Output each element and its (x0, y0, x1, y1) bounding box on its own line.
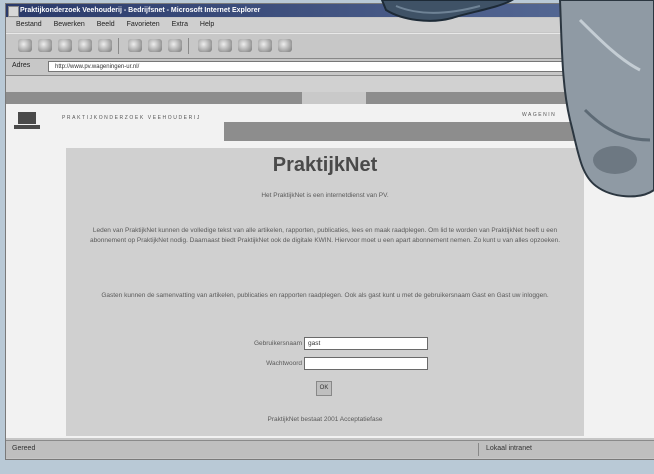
intro-text: Het PraktijkNet is een internetdienst va… (261, 192, 389, 199)
toolbar-separator (188, 38, 189, 54)
menu-bar: Bestand Bewerken Beeld Favorieten Extra … (6, 18, 654, 32)
nav-label[interactable]: WAGENIN (522, 112, 556, 118)
discuss-icon[interactable] (258, 39, 272, 52)
submit-button[interactable]: OK (316, 381, 332, 396)
toolbar-spacer (6, 76, 654, 92)
status-divider (478, 443, 479, 456)
history-icon[interactable] (168, 39, 182, 52)
status-text: Gereed (12, 445, 36, 452)
mail-icon[interactable] (198, 39, 212, 52)
page-content: PRAKTIJKONDERZOEK VEEHOUDERIJ WAGENIN Pr… (6, 92, 654, 438)
address-label: Adres (12, 62, 31, 69)
print-icon[interactable] (218, 39, 232, 52)
menu-item-favorites[interactable]: Favorieten (127, 18, 160, 32)
password-field[interactable] (304, 357, 428, 370)
site-logo-text: PRAKTIJKONDERZOEK VEEHOUDERIJ (62, 115, 201, 121)
search-icon[interactable] (128, 39, 142, 52)
forward-icon[interactable] (38, 39, 52, 52)
back-icon[interactable] (18, 39, 32, 52)
menu-item-help[interactable]: Help (200, 18, 214, 32)
page-title: PraktijkNet (272, 154, 378, 176)
toolbar-separator (118, 38, 119, 54)
status-bar: Gereed Lokaal intranet (6, 440, 654, 458)
members-paragraph: Leden van PraktijkNet kunnen de volledig… (89, 227, 561, 244)
address-bar: Adres http://www.pv.wageningen-ur.nl/ (6, 59, 654, 76)
menu-item-edit[interactable]: Bewerken (54, 18, 85, 32)
menu-item-tools[interactable]: Extra (172, 18, 188, 32)
username-field[interactable]: gast (304, 337, 428, 350)
window-title: Praktijkonderzoek Veehouderij - Bedrijfs… (20, 7, 261, 14)
zone-label: Lokaal intranet (486, 445, 532, 452)
home-icon[interactable] (98, 39, 112, 52)
favorites-icon[interactable] (148, 39, 162, 52)
refresh-icon[interactable] (78, 39, 92, 52)
browser-app-icon (8, 6, 19, 17)
username-label: Gebruikersnaam (253, 340, 302, 347)
messenger-icon[interactable] (278, 39, 292, 52)
stop-icon[interactable] (58, 39, 72, 52)
nav-bar (224, 122, 654, 141)
toolbar (6, 33, 654, 59)
password-label: Wachtwoord (266, 360, 302, 367)
browser-window: Praktijkonderzoek Veehouderij - Bedrijfs… (5, 3, 654, 460)
site-logo-icon[interactable] (14, 112, 40, 130)
window-title-bar: Praktijkonderzoek Veehouderij - Bedrijfs… (6, 4, 654, 17)
menu-item-view[interactable]: Beeld (97, 18, 115, 32)
header-notch (302, 92, 366, 104)
guests-paragraph: Gasten kunnen de samenvatting van artike… (101, 292, 549, 299)
edit-icon[interactable] (238, 39, 252, 52)
login-panel: PraktijkNet Het PraktijkNet is een inter… (66, 148, 584, 436)
footer-text: PraktijkNet bestaat 2001 Acceptatiefase (267, 416, 383, 423)
menu-item-file[interactable]: Bestand (16, 18, 42, 32)
address-input[interactable]: http://www.pv.wageningen-ur.nl/ (48, 61, 588, 72)
